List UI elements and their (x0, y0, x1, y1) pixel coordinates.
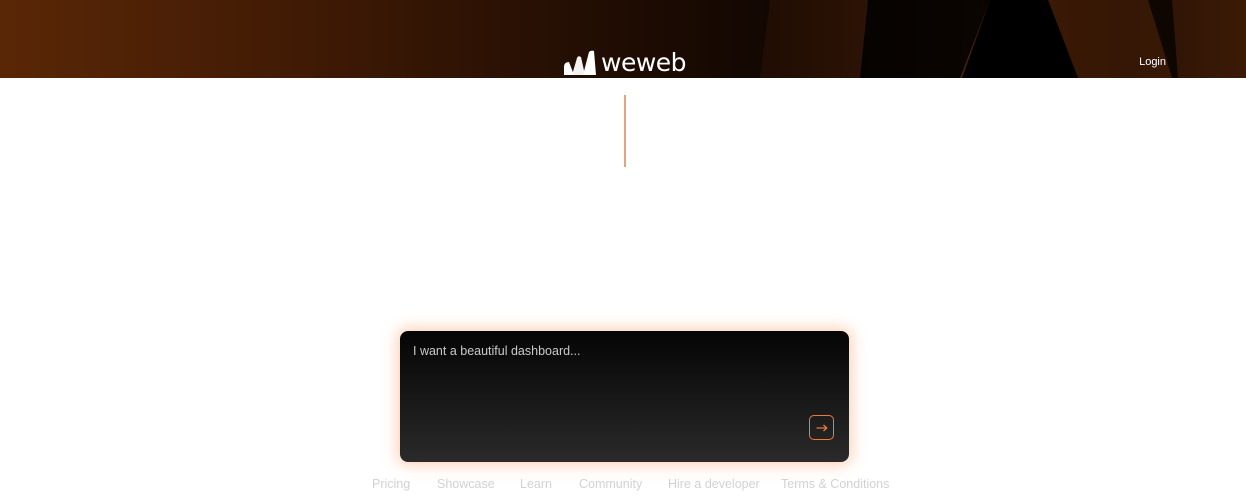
brand-name: weweb (601, 48, 687, 77)
arrow-right-icon (816, 424, 828, 431)
send-button[interactable] (809, 415, 834, 440)
footer-link-hire-developer[interactable]: Hire a developer (668, 477, 760, 491)
prompt-card (400, 331, 849, 462)
login-link[interactable]: Login (1139, 56, 1166, 68)
footer-link-terms[interactable]: Terms & Conditions (781, 477, 889, 491)
top-banner: weweb Login (0, 0, 1246, 78)
prompt-input[interactable] (413, 344, 833, 414)
footer-link-learn[interactable]: Learn (520, 477, 552, 491)
weweb-logo[interactable]: weweb (563, 48, 687, 77)
footer-link-community[interactable]: Community (579, 477, 642, 491)
footer-nav: Pricing Showcase Learn Community Hire a … (0, 477, 1246, 493)
footer-link-pricing[interactable]: Pricing (372, 477, 410, 491)
footer-link-showcase[interactable]: Showcase (437, 477, 495, 491)
decorative-vertical-line (624, 95, 626, 167)
weweb-logo-icon (564, 50, 596, 75)
